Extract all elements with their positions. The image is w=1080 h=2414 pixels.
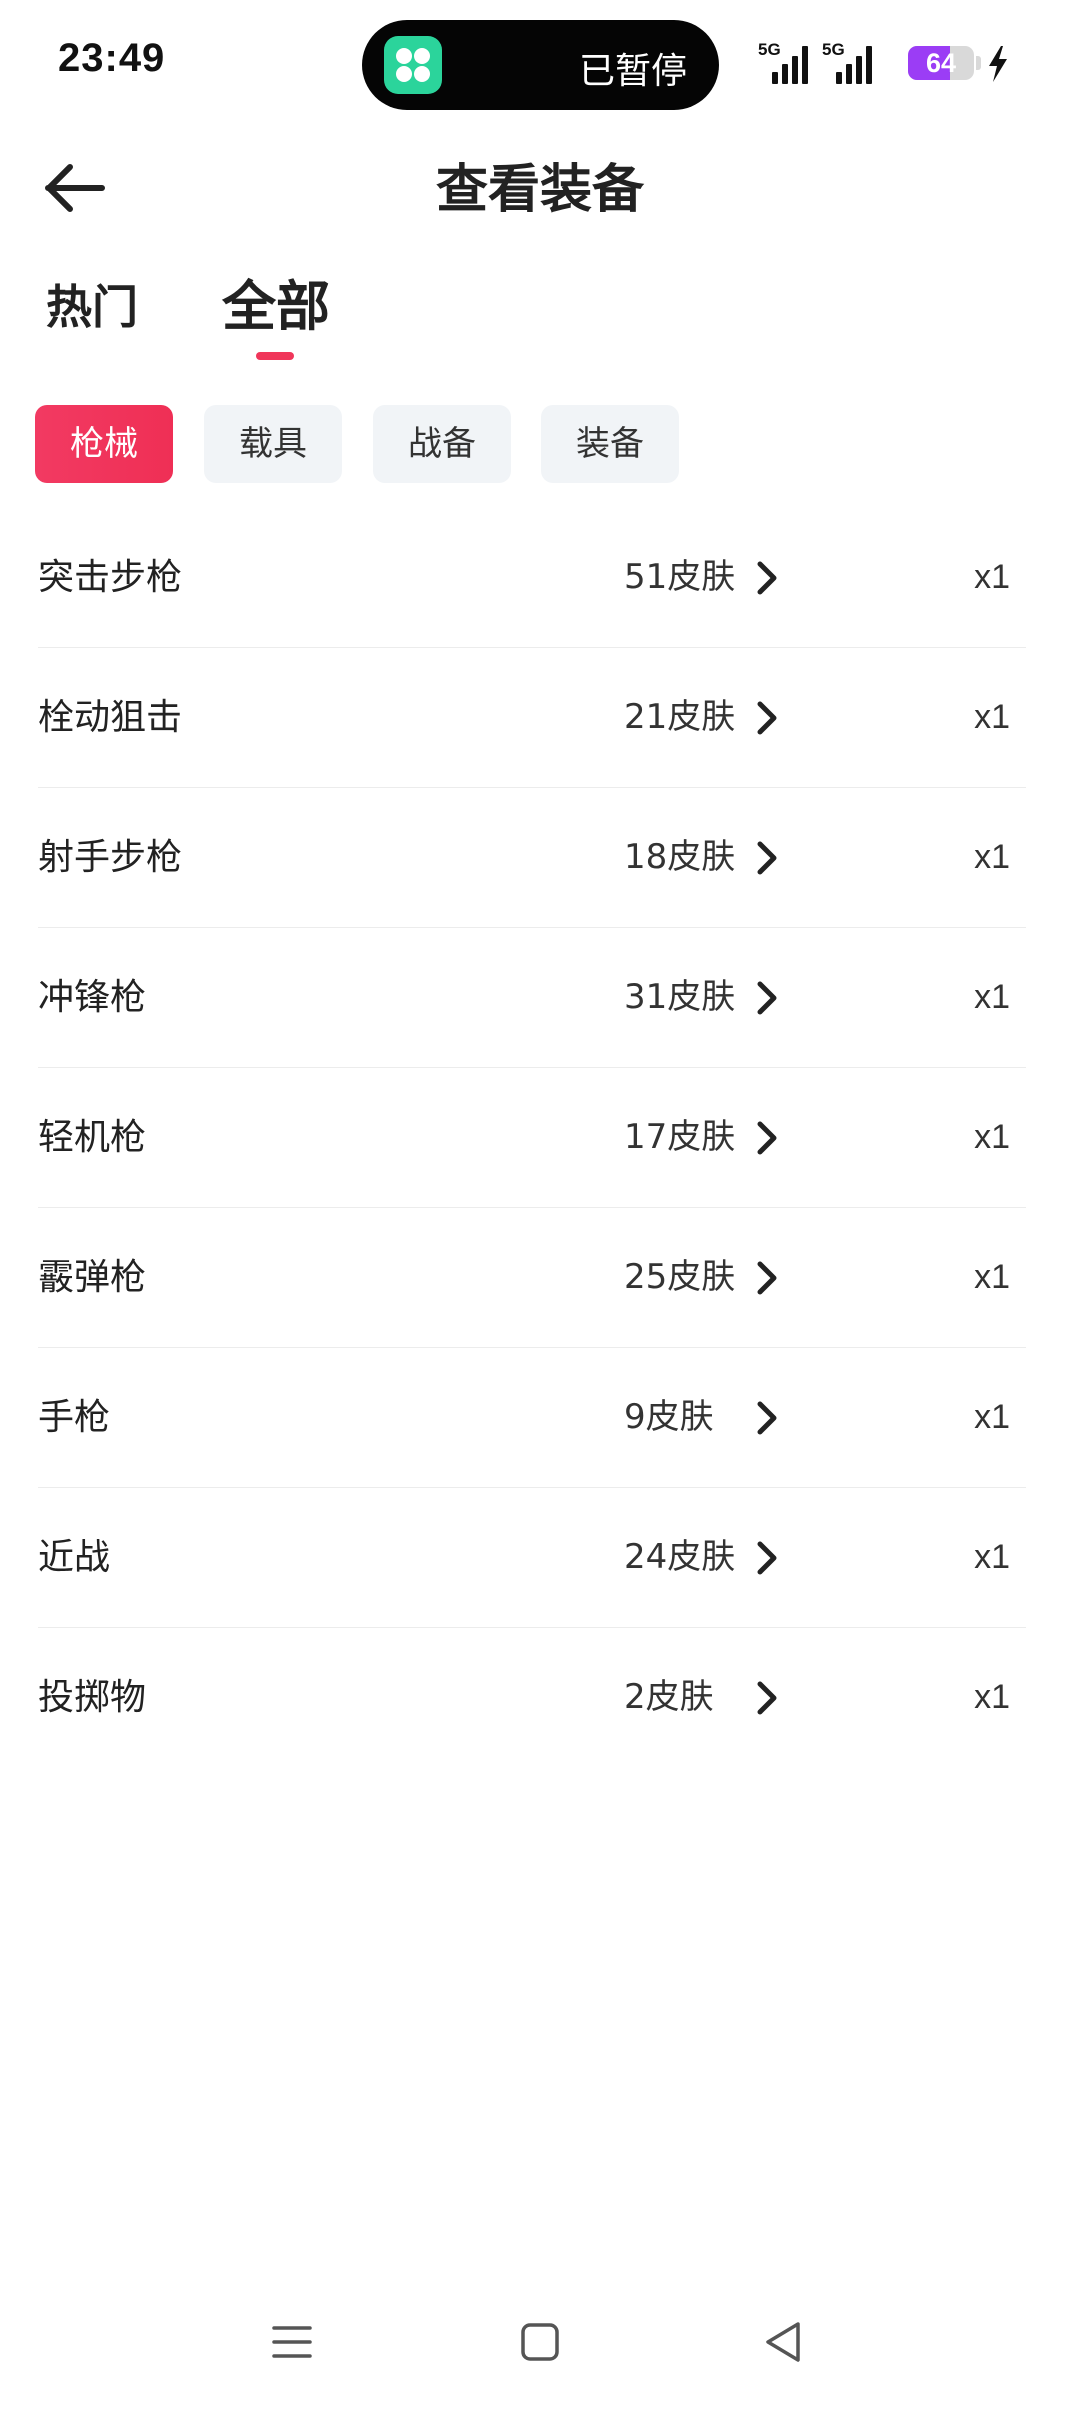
category-chips: 枪械 载具 战备 装备 [0,405,1080,483]
list-item[interactable]: 轻机枪 17皮肤 x1 [38,1068,1026,1208]
list-item[interactable]: 手枪 9皮肤 x1 [38,1348,1026,1488]
clover-app-icon [384,36,442,94]
chip-gear[interactable]: 装备 [541,405,679,483]
item-quantity: x1 [974,1258,1010,1296]
island-status-text: 已暂停 [578,51,687,92]
square-home-icon[interactable] [512,2314,568,2370]
system-nav-bar [0,2300,1080,2380]
list-item[interactable]: 栓动狙击 21皮肤 x1 [38,648,1026,788]
list-item[interactable]: 霰弹枪 25皮肤 x1 [38,1208,1026,1348]
skin-count[interactable]: 2皮肤 [624,1628,734,1767]
weapon-name: 射手步枪 [38,837,183,878]
weapon-name: 突击步枪 [38,557,183,598]
list-item[interactable]: 近战 24皮肤 x1 [38,1488,1026,1628]
battery-icon: 64 [908,46,974,80]
list-item[interactable]: 投掷物 2皮肤 x1 [38,1628,1026,1767]
chevron-right-icon[interactable] [746,1538,786,1578]
charging-bolt-icon [989,46,1007,82]
active-tab-indicator [256,352,294,360]
chevron-right-icon[interactable] [746,1678,786,1718]
chevron-right-icon[interactable] [746,698,786,738]
list-item[interactable]: 射手步枪 18皮肤 x1 [38,788,1026,928]
skin-count[interactable]: 18皮肤 [624,788,735,927]
item-quantity: x1 [974,978,1010,1016]
tab-all-label: 全部 [222,275,330,338]
weapon-name: 冲锋枪 [38,977,147,1018]
weapon-name: 投掷物 [38,1677,147,1718]
weapon-name: 近战 [38,1537,111,1578]
chevron-right-icon[interactable] [746,558,786,598]
skin-count[interactable]: 31皮肤 [624,928,735,1067]
chevron-right-icon[interactable] [746,838,786,878]
chevron-right-icon[interactable] [746,1118,786,1158]
network-type-label: 5G [758,40,781,59]
item-quantity: x1 [974,698,1010,736]
item-quantity: x1 [974,838,1010,876]
item-quantity: x1 [974,1678,1010,1716]
chip-guns[interactable]: 枪械 [35,405,173,483]
battery-cap [976,56,981,70]
menu-icon[interactable] [264,2314,320,2370]
tab-all[interactable]: 全部 [222,262,330,360]
item-quantity: x1 [974,1398,1010,1436]
network-type-label: 5G [822,40,845,59]
signal-5g-icon: 5G [822,40,878,84]
chevron-right-icon[interactable] [746,978,786,1018]
chip-vehicles[interactable]: 载具 [204,405,342,483]
list-item[interactable]: 突击步枪 51皮肤 x1 [38,508,1026,648]
battery-percent: 64 [925,48,957,78]
weapon-list: 突击步枪 51皮肤 x1 栓动狙击 21皮肤 x1 射手步枪 18皮肤 x1 冲… [38,508,1026,1767]
weapon-name: 霰弹枪 [38,1257,147,1298]
skin-count[interactable]: 51皮肤 [624,508,735,647]
skin-count[interactable]: 17皮肤 [624,1068,735,1207]
tab-hot[interactable]: 热门 [46,262,138,352]
weapon-name: 手枪 [38,1397,111,1438]
skin-count[interactable]: 25皮肤 [624,1208,735,1347]
skin-count[interactable]: 24皮肤 [624,1488,735,1627]
status-time: 23:49 [58,36,166,80]
chip-tactical[interactable]: 战备 [373,405,511,483]
dynamic-island[interactable]: 已暂停 [362,20,719,110]
item-quantity: x1 [974,1118,1010,1156]
triangle-back-icon[interactable] [756,2314,812,2370]
item-quantity: x1 [974,558,1010,596]
main-tabs: 热门 全部 [0,262,1080,372]
skin-count[interactable]: 21皮肤 [624,648,735,787]
chevron-right-icon[interactable] [746,1258,786,1298]
weapon-name: 轻机枪 [38,1117,147,1158]
list-item[interactable]: 冲锋枪 31皮肤 x1 [38,928,1026,1068]
skin-count[interactable]: 9皮肤 [624,1348,734,1487]
signal-5g-icon: 5G [758,40,814,84]
chevron-right-icon[interactable] [746,1398,786,1438]
page-title: 查看装备 [435,160,644,220]
weapon-name: 栓动狙击 [38,697,183,738]
status-bar: 23:49 已暂停 5G 5G 64 [0,0,1080,128]
item-quantity: x1 [974,1538,1010,1576]
